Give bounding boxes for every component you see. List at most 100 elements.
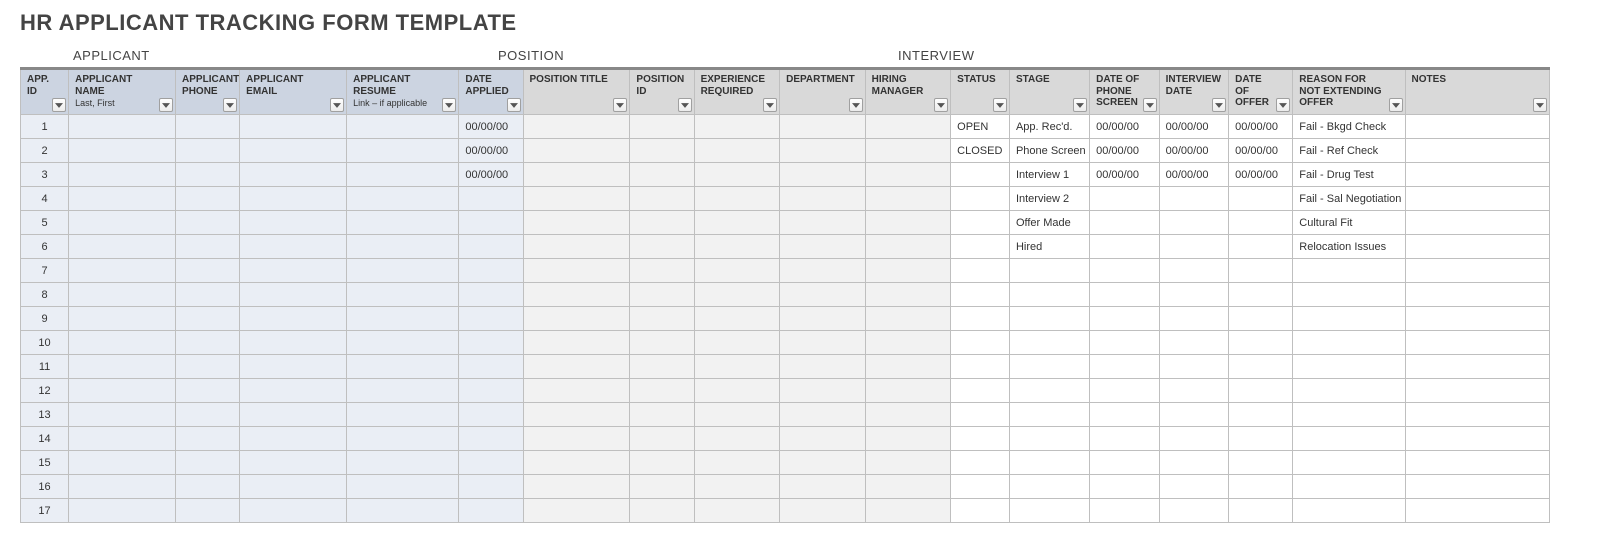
cell-app_name[interactable] (69, 235, 176, 259)
filter-button-hiring_mgr[interactable] (934, 98, 948, 112)
cell-app_resume[interactable] (347, 379, 459, 403)
filter-button-app_phone[interactable] (223, 98, 237, 112)
cell-app_name[interactable] (69, 403, 176, 427)
cell-pos_title[interactable] (523, 283, 630, 307)
filter-button-phone_date[interactable] (1143, 98, 1157, 112)
cell-reason[interactable] (1293, 403, 1405, 427)
cell-pos_title[interactable] (523, 235, 630, 259)
cell-status[interactable]: OPEN (951, 115, 1010, 139)
cell-app_id[interactable]: 12 (21, 379, 69, 403)
cell-exp_req[interactable] (694, 115, 780, 139)
filter-button-reason[interactable] (1389, 98, 1403, 112)
filter-button-stage[interactable] (1073, 98, 1087, 112)
cell-date_applied[interactable]: 00/00/00 (459, 163, 523, 187)
cell-exp_req[interactable] (694, 451, 780, 475)
cell-date_applied[interactable] (459, 451, 523, 475)
cell-stage[interactable]: Phone Screen (1009, 139, 1089, 163)
cell-int_date[interactable]: 00/00/00 (1159, 115, 1229, 139)
cell-app_id[interactable]: 1 (21, 115, 69, 139)
cell-pos_id[interactable] (630, 355, 694, 379)
cell-notes[interactable] (1405, 331, 1549, 355)
cell-app_resume[interactable] (347, 499, 459, 523)
cell-pos_title[interactable] (523, 427, 630, 451)
cell-offer_date[interactable] (1229, 211, 1293, 235)
cell-app_name[interactable] (69, 163, 176, 187)
cell-reason[interactable]: Fail - Drug Test (1293, 163, 1405, 187)
cell-notes[interactable] (1405, 451, 1549, 475)
cell-app_name[interactable] (69, 259, 176, 283)
cell-app_phone[interactable] (176, 475, 240, 499)
cell-stage[interactable] (1009, 403, 1089, 427)
cell-offer_date[interactable] (1229, 379, 1293, 403)
cell-pos_title[interactable] (523, 187, 630, 211)
cell-offer_date[interactable] (1229, 475, 1293, 499)
cell-offer_date[interactable] (1229, 187, 1293, 211)
cell-exp_req[interactable] (694, 403, 780, 427)
cell-app_resume[interactable] (347, 259, 459, 283)
cell-int_date[interactable] (1159, 403, 1229, 427)
cell-hiring_mgr[interactable] (865, 427, 951, 451)
cell-app_phone[interactable] (176, 163, 240, 187)
cell-int_date[interactable]: 00/00/00 (1159, 163, 1229, 187)
cell-int_date[interactable] (1159, 499, 1229, 523)
cell-stage[interactable] (1009, 379, 1089, 403)
cell-exp_req[interactable] (694, 283, 780, 307)
cell-app_name[interactable] (69, 427, 176, 451)
cell-phone_date[interactable] (1090, 403, 1160, 427)
cell-date_applied[interactable] (459, 379, 523, 403)
cell-offer_date[interactable]: 00/00/00 (1229, 139, 1293, 163)
cell-reason[interactable]: Fail - Bkgd Check (1293, 115, 1405, 139)
cell-date_applied[interactable] (459, 283, 523, 307)
cell-app_resume[interactable] (347, 331, 459, 355)
cell-offer_date[interactable]: 00/00/00 (1229, 163, 1293, 187)
cell-notes[interactable] (1405, 163, 1549, 187)
cell-notes[interactable] (1405, 235, 1549, 259)
cell-status[interactable] (951, 355, 1010, 379)
cell-pos_title[interactable] (523, 115, 630, 139)
cell-status[interactable] (951, 451, 1010, 475)
cell-pos_id[interactable] (630, 211, 694, 235)
cell-stage[interactable]: Interview 2 (1009, 187, 1089, 211)
filter-button-exp_req[interactable] (763, 98, 777, 112)
cell-hiring_mgr[interactable] (865, 475, 951, 499)
cell-app_phone[interactable] (176, 283, 240, 307)
cell-app_resume[interactable] (347, 355, 459, 379)
cell-exp_req[interactable] (694, 187, 780, 211)
cell-offer_date[interactable] (1229, 235, 1293, 259)
cell-int_date[interactable] (1159, 475, 1229, 499)
cell-status[interactable]: CLOSED (951, 139, 1010, 163)
cell-status[interactable] (951, 259, 1010, 283)
cell-notes[interactable] (1405, 283, 1549, 307)
cell-exp_req[interactable] (694, 211, 780, 235)
cell-status[interactable] (951, 187, 1010, 211)
filter-button-app_name[interactable] (159, 98, 173, 112)
filter-button-dept[interactable] (849, 98, 863, 112)
cell-reason[interactable] (1293, 379, 1405, 403)
cell-reason[interactable]: Cultural Fit (1293, 211, 1405, 235)
cell-app_resume[interactable] (347, 139, 459, 163)
cell-notes[interactable] (1405, 355, 1549, 379)
cell-reason[interactable] (1293, 499, 1405, 523)
cell-pos_title[interactable] (523, 331, 630, 355)
filter-button-date_applied[interactable] (507, 98, 521, 112)
cell-phone_date[interactable] (1090, 379, 1160, 403)
cell-reason[interactable] (1293, 283, 1405, 307)
cell-pos_title[interactable] (523, 451, 630, 475)
cell-notes[interactable] (1405, 499, 1549, 523)
cell-reason[interactable]: Fail - Sal Negotiation (1293, 187, 1405, 211)
cell-app_resume[interactable] (347, 451, 459, 475)
cell-reason[interactable] (1293, 427, 1405, 451)
cell-exp_req[interactable] (694, 379, 780, 403)
cell-date_applied[interactable] (459, 355, 523, 379)
cell-app_name[interactable] (69, 187, 176, 211)
cell-exp_req[interactable] (694, 331, 780, 355)
cell-app_id[interactable]: 6 (21, 235, 69, 259)
cell-app_phone[interactable] (176, 451, 240, 475)
cell-app_email[interactable] (240, 211, 347, 235)
cell-phone_date[interactable] (1090, 475, 1160, 499)
filter-button-app_resume[interactable] (442, 98, 456, 112)
cell-int_date[interactable] (1159, 331, 1229, 355)
cell-stage[interactable] (1009, 331, 1089, 355)
cell-pos_title[interactable] (523, 139, 630, 163)
cell-pos_id[interactable] (630, 331, 694, 355)
